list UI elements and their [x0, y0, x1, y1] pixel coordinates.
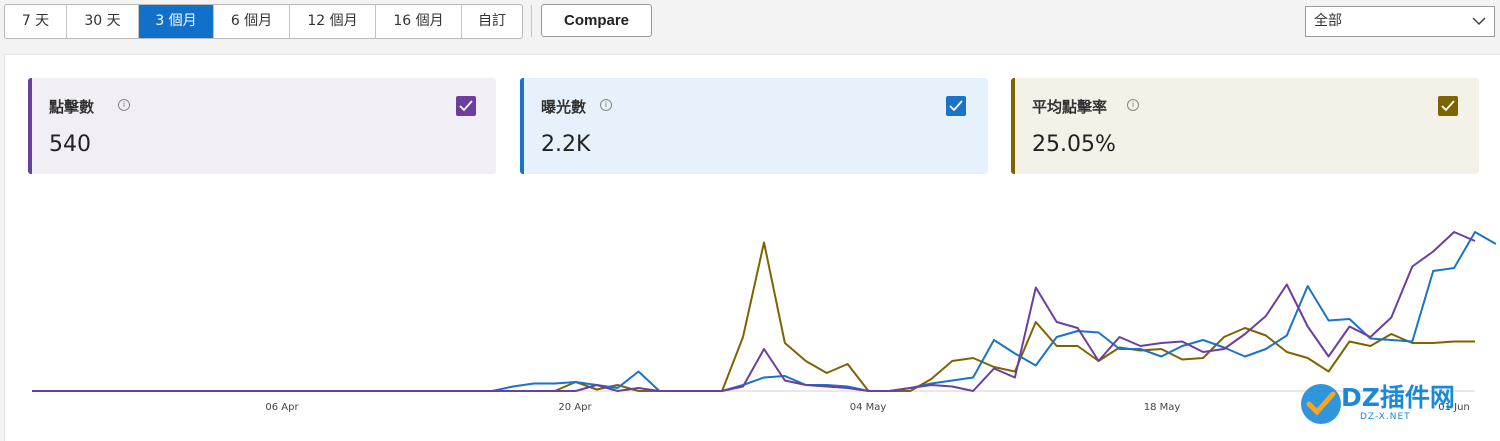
watermark-subtext: DZ-X.NET: [1360, 412, 1411, 422]
x-tick-label: 06 Apr: [265, 402, 299, 413]
watermark-text: DZ插件网: [1341, 383, 1455, 412]
x-tick-label: 18 May: [1144, 402, 1181, 413]
x-tick-label: 04 May: [850, 402, 887, 413]
x-tick-label: 20 Apr: [558, 402, 592, 413]
series-line-1: [32, 231, 1497, 392]
performance-line-chart: 06 Apr 20 Apr 04 May 18 May 01 Jun: [32, 231, 1497, 413]
series-line-0: [32, 231, 1476, 392]
